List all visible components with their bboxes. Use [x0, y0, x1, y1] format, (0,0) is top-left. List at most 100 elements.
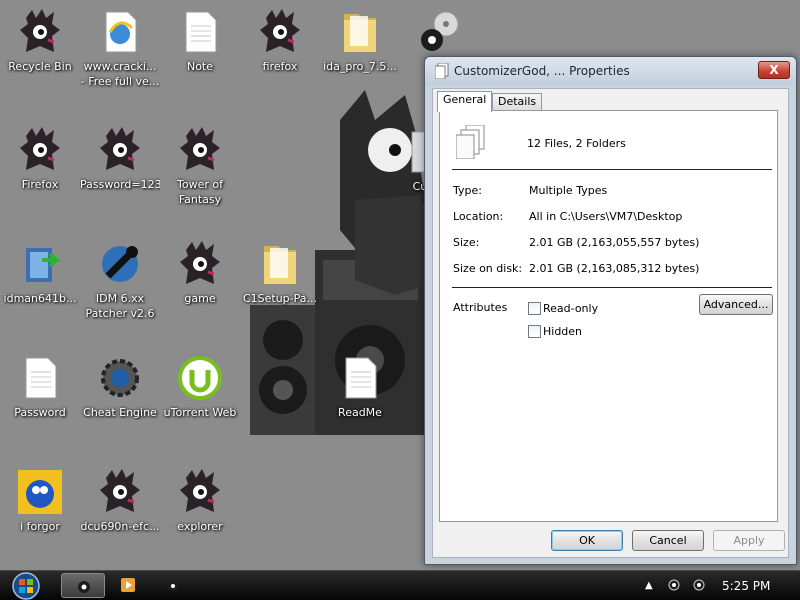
desktop-icon[interactable]: Note [160, 8, 240, 74]
attributes-label: Attributes [453, 301, 508, 314]
explorer-icon [176, 468, 224, 516]
properties-dialog: CustomizerGod, ... Properties X General … [424, 56, 797, 565]
desktop-icon-label: Recycle Bin [8, 60, 72, 73]
desktop-icon[interactable]: idman641b... [0, 240, 80, 306]
dialog-title-bar[interactable]: CustomizerGod, ... Properties X [425, 57, 796, 85]
text-file-icon [176, 8, 224, 56]
desktop-icon-label: Note [186, 60, 214, 73]
character-icon [78, 581, 90, 593]
type-value: Multiple Types [529, 184, 608, 197]
desktop-icon[interactable]: C1Setup-Pa... [240, 240, 320, 306]
start-button[interactable] [6, 572, 46, 600]
dialog-body: General Details 12 Files, 2 Folders Type… [432, 88, 789, 558]
taskbar-app-button[interactable] [61, 573, 105, 598]
taskbar-clock[interactable]: 5:25 PM [722, 579, 770, 593]
installer-icon [16, 240, 64, 288]
desktop-icon-label: IDM 6.xx Patcher v2.6 [85, 292, 155, 320]
type-label: Type: [453, 184, 482, 197]
desktop-icon[interactable]: IDM 6.xx Patcher v2.6 [80, 240, 160, 321]
general-panel: 12 Files, 2 Folders Type: Multiple Types… [439, 110, 778, 522]
tray-expand-icon[interactable]: ▲ [645, 580, 657, 592]
desktop-icon-label: idman641b... [3, 292, 77, 305]
advanced-button[interactable]: Advanced... [699, 294, 773, 315]
desktop-icon[interactable]: Firefox [0, 126, 80, 192]
tab-general[interactable]: General [437, 91, 493, 112]
close-button[interactable]: X [758, 61, 790, 79]
patcher-icon [96, 240, 144, 288]
desktop-icon-label: uTorrent Web [163, 406, 237, 419]
desktop-icon-label: explorer [177, 520, 223, 533]
ok-button[interactable]: OK [551, 530, 623, 551]
taskbar-app-button-2[interactable] [151, 573, 195, 598]
files-icon [435, 63, 449, 79]
desktop-icon[interactable]: Cheat Engine [80, 354, 160, 420]
size-label: Size: [453, 236, 480, 249]
size-on-disk-value: 2.01 GB (2,163,085,312 bytes) [529, 262, 700, 275]
readonly-label: Read-only [543, 302, 599, 315]
text-file-icon [16, 354, 64, 402]
media-player-icon [121, 578, 135, 592]
desktop-icon[interactable]: game [160, 240, 240, 306]
game-icon [176, 240, 224, 288]
separator [452, 169, 772, 170]
desktop-icon-label: game [184, 292, 216, 305]
desktop-icon[interactable]: ReadMe [320, 354, 400, 420]
desktop-icon-label: Tower of Fantasy [177, 178, 223, 206]
internet-shortcut-icon [96, 8, 144, 56]
tab-details[interactable]: Details [492, 93, 543, 111]
desktop-icon-label: ReadMe [338, 406, 382, 419]
character-icon [168, 581, 178, 591]
apply-button[interactable]: Apply [713, 530, 785, 551]
taskbar: ▲ 5:25 PM [0, 570, 800, 600]
cheat-engine-icon [96, 354, 144, 402]
multiple-files-icon [456, 125, 485, 159]
desktop-icon-label: i forgor [20, 520, 60, 533]
recycle-bin-icon [16, 8, 64, 56]
app-icon [96, 468, 144, 516]
desktop-icon[interactable]: www.cracki... - Free full ve... [80, 8, 160, 89]
hidden-checkbox[interactable] [528, 325, 541, 338]
summary-text: 12 Files, 2 Folders [527, 137, 626, 150]
firefox-icon [256, 8, 304, 56]
desktop-icon[interactable]: dcu690n-efc... [80, 468, 160, 534]
desktop-icon[interactable]: Recycle Bin [0, 8, 80, 74]
desktop-icon-label: Password=123 [80, 178, 160, 191]
text-file-icon [336, 354, 384, 402]
desktop-icon[interactable]: explorer [160, 468, 240, 534]
desktop-icon-label: dcu690n-efc... [80, 520, 160, 533]
desktop-icon[interactable]: ida_pro_7.5... [320, 8, 400, 74]
desktop-icon-label: firefox [262, 60, 298, 73]
dialog-title: CustomizerGod, ... Properties [454, 64, 630, 78]
folder-icon [336, 8, 384, 56]
desktop-icon-label: www.cracki... - Free full ve... [80, 60, 160, 88]
taskbar-media-button[interactable] [106, 573, 150, 598]
tray-app-icon[interactable] [668, 579, 680, 591]
cancel-button[interactable]: Cancel [632, 530, 704, 551]
folder-icon [256, 240, 304, 288]
app-icon [96, 126, 144, 174]
size-on-disk-label: Size on disk: [453, 262, 523, 275]
location-value: All in C:\Users\VM7\Desktop [529, 210, 683, 223]
desktop-icon-label: C1Setup-Pa... [242, 292, 318, 305]
desktop-icon[interactable]: firefox [240, 8, 320, 74]
separator [452, 287, 772, 288]
desktop-icon[interactable]: uTorrent Web [160, 354, 240, 420]
utorrent-icon [176, 354, 224, 402]
desktop-icon[interactable]: Tower of Fantasy [160, 126, 240, 207]
desktop-icon-label: Password [14, 406, 66, 419]
desktop-icon[interactable]: i forgor [0, 468, 80, 534]
disc-app-icon [416, 8, 464, 56]
desktop-icon[interactable]: Password=123 [80, 126, 160, 192]
sonic-icon [16, 468, 64, 516]
desktop-icon[interactable]: Password [0, 354, 80, 420]
desktop-icon-label: Cheat Engine [83, 406, 157, 419]
size-value: 2.01 GB (2,163,055,557 bytes) [529, 236, 700, 249]
hidden-label: Hidden [543, 325, 583, 338]
desktop-icon-label: ida_pro_7.5... [323, 60, 397, 73]
readonly-checkbox[interactable] [528, 302, 541, 315]
location-label: Location: [453, 210, 504, 223]
tray-app-icon-2[interactable] [693, 579, 705, 591]
firefox-icon [16, 126, 64, 174]
desktop-icon-label: Firefox [21, 178, 59, 191]
game-icon [176, 126, 224, 174]
